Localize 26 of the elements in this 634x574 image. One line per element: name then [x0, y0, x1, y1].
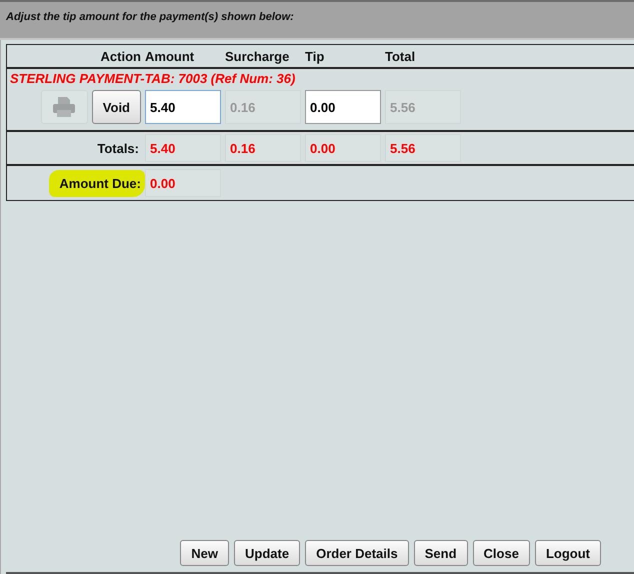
action-button[interactable]: Order Details: [305, 540, 409, 566]
action-button[interactable]: Logout: [534, 540, 601, 566]
total-value: 0.00: [305, 134, 381, 162]
totals-label: Totals:: [97, 140, 140, 156]
column-header: Surcharge: [225, 48, 290, 64]
action-button[interactable]: Close: [472, 540, 530, 566]
amount-field[interactable]: 5.40: [145, 90, 221, 124]
column-header: Amount: [145, 48, 194, 64]
amount-due-value: 0.00: [145, 169, 221, 197]
column-header: Action: [100, 48, 141, 64]
readonly-value: 5.56: [385, 90, 461, 124]
total-value: 5.56: [385, 134, 461, 162]
column-header: Total: [385, 48, 416, 64]
action-button[interactable]: Update: [234, 540, 300, 566]
amount-field[interactable]: 0.00: [305, 90, 381, 124]
amount-due-label: Amount Due:: [49, 170, 145, 196]
total-value: 5.40: [145, 134, 221, 162]
column-header: Tip: [305, 48, 324, 64]
instruction-text: Adjust the tip amount for the payment(s) shown below:: [6, 11, 294, 23]
action-button[interactable]: New: [180, 540, 230, 566]
payment-title: STERLING PAYMENT-TAB: 7003 (Ref Num: 36): [9, 70, 296, 88]
total-value: 0.16: [225, 134, 301, 162]
printer-icon: [52, 96, 76, 118]
action-button[interactable]: Send: [414, 540, 468, 566]
readonly-value: 0.16: [225, 90, 301, 124]
void-button[interactable]: Void: [92, 90, 141, 124]
